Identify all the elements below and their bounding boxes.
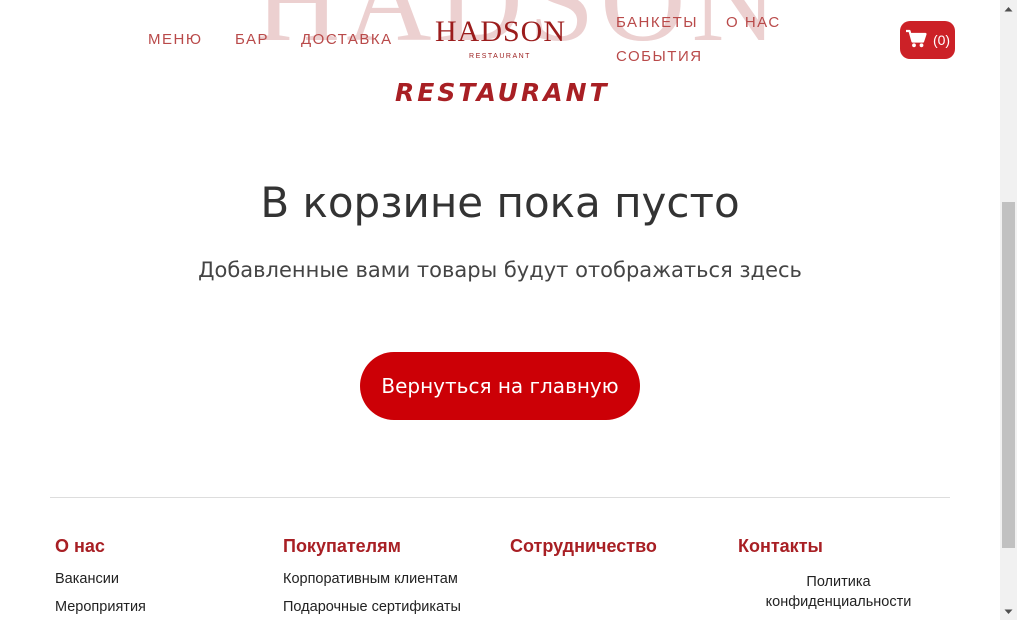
footer-heading-contacts[interactable]: Контакты — [738, 536, 958, 557]
nav-events[interactable]: СОБЫТИЯ — [616, 48, 703, 65]
footer-link-vacancies[interactable]: Вакансии — [55, 571, 275, 587]
footer-heading-customers: Покупателям — [283, 536, 401, 556]
nav-delivery[interactable]: ДОСТАВКА — [301, 31, 393, 48]
empty-cart-subtitle: Добавленные вами товары будут отображать… — [198, 258, 802, 282]
restaurant-banner-text: RESTAURANT — [395, 78, 610, 107]
nav-about[interactable]: О НАС — [726, 14, 781, 31]
footer-col-customers: Покупателям Корпоративным клиентам Подар… — [283, 536, 503, 627]
scroll-down-arrow-icon[interactable] — [1000, 603, 1017, 620]
scrollbar-thumb[interactable] — [1002, 202, 1015, 548]
footer-col-about: О нас Вакансии Мероприятия — [55, 536, 275, 627]
logo-subtitle: RESTAURANT — [469, 53, 531, 60]
footer-link-events[interactable]: Мероприятия — [55, 599, 275, 615]
logo-wordmark: HADSON — [435, 15, 567, 48]
footer-heading-partnership[interactable]: Сотрудничество — [510, 536, 730, 557]
footer-divider — [50, 497, 950, 498]
cart-button[interactable]: (0) — [900, 21, 955, 59]
empty-cart-title: В корзине пока пусто — [260, 178, 740, 227]
footer-link-corporate[interactable]: Корпоративным клиентам — [283, 571, 503, 587]
privacy-policy-link[interactable]: Политика конфиденциальности — [740, 572, 937, 612]
nav-banquets[interactable]: БАНКЕТЫ — [616, 14, 698, 31]
footer-heading-about: О нас — [55, 536, 105, 556]
footer-col-contacts: Контакты — [738, 536, 958, 571]
nav-menu[interactable]: МЕНЮ — [148, 31, 203, 48]
site-logo[interactable]: HADSON RESTAURANT — [435, 15, 567, 61]
footer-link-gift-cards[interactable]: Подарочные сертификаты — [283, 599, 503, 615]
footer-col-partnership: Сотрудничество — [510, 536, 730, 571]
return-home-button[interactable]: Вернуться на главную — [360, 352, 640, 420]
cart-count: (0) — [932, 32, 951, 48]
scroll-up-arrow-icon[interactable] — [1000, 0, 1017, 17]
policy-line-1: Политика — [806, 574, 871, 590]
cart-icon — [905, 29, 927, 52]
policy-line-2: конфиденциальности — [765, 594, 912, 610]
vertical-scrollbar[interactable] — [1000, 0, 1017, 620]
nav-bar[interactable]: БАР — [235, 31, 269, 48]
